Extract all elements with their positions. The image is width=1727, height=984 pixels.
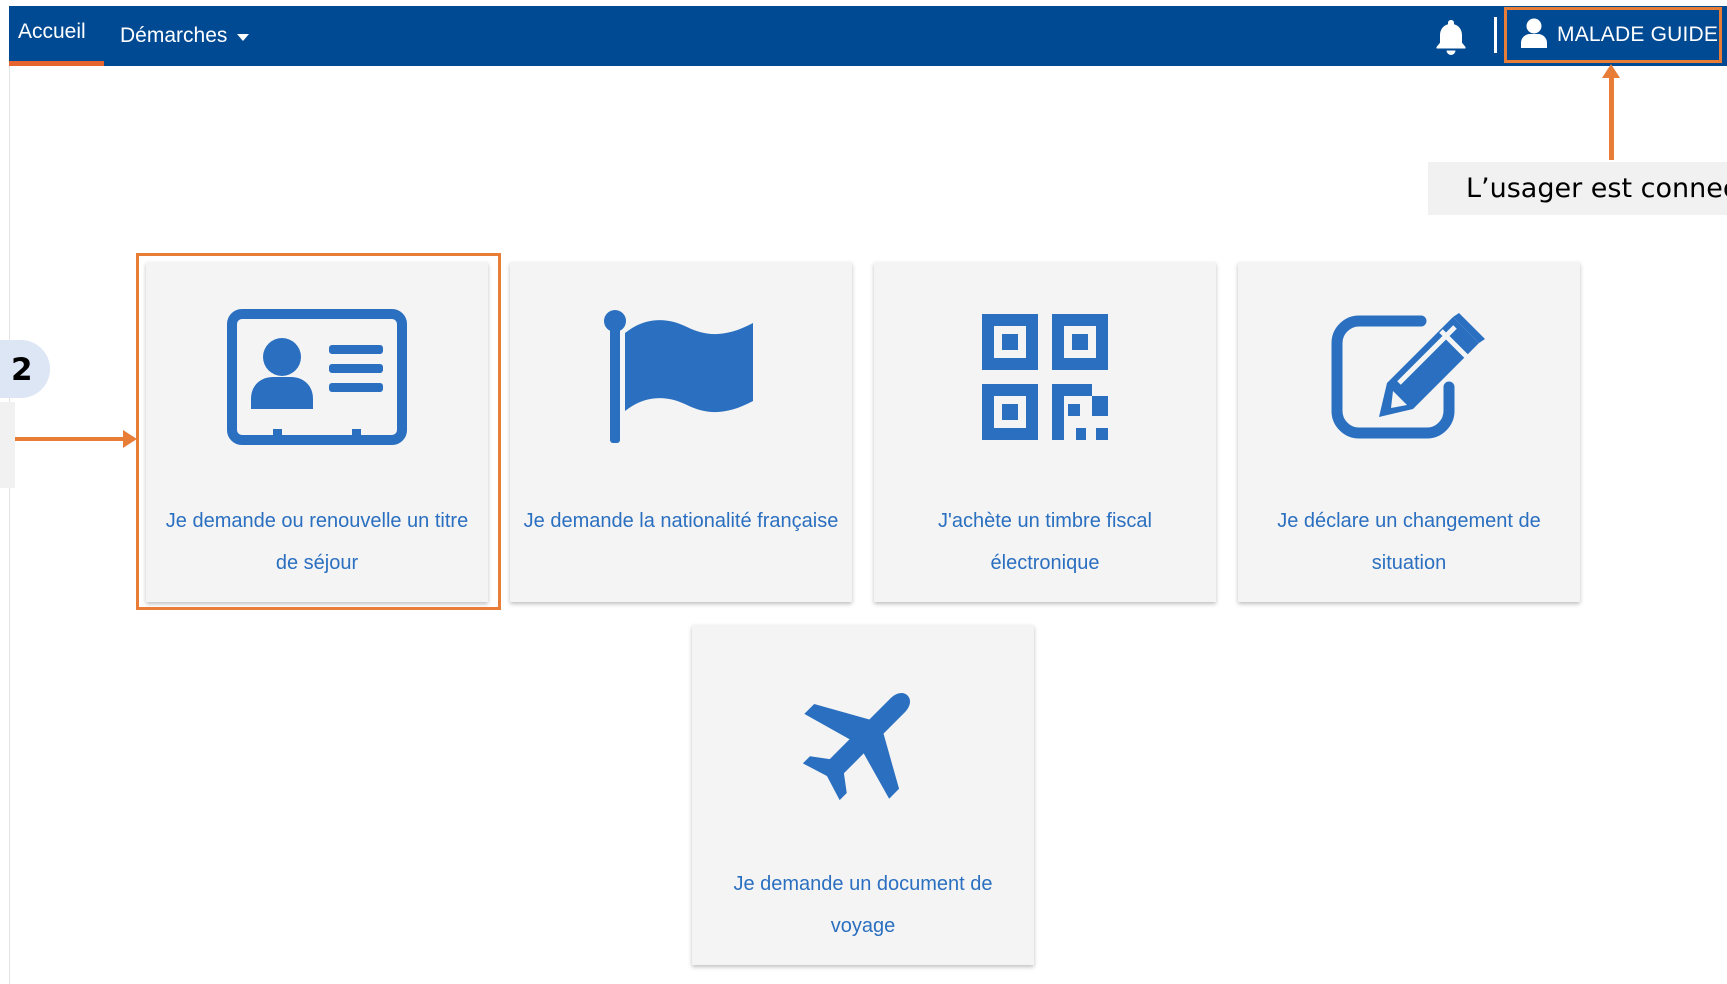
card-label: Je demande la nationalité française [523,510,839,532]
nav-item-accueil-label: Accueil [18,20,86,43]
id-card-icon [146,304,488,449]
step-number: 2 [11,352,33,388]
card-label: J'achète un timbre fiscal électronique [938,510,1152,574]
user-icon [1521,18,1547,53]
page: Accueil Démarches MALADE GUIDE L’usager … [0,0,1727,984]
caret-down-icon [237,33,250,41]
step-panel [0,402,15,488]
nav-separator [1494,17,1497,53]
bell-icon[interactable] [1431,16,1471,56]
active-tab-underline [9,61,104,66]
annotation-callout-text: L’usager est connec [1466,173,1727,204]
qr-code-icon [874,304,1216,449]
nav-item-demarches-dropdown[interactable]: Démarches [120,6,250,66]
card-timbre-fiscal[interactable]: J'achète un timbre fiscal électronique [874,262,1216,602]
edit-icon [1238,304,1580,449]
card-nationalite[interactable]: Je demande la nationalité française [510,262,852,602]
card-titre-de-sejour[interactable]: Je demande ou renouvelle un titre de séj… [146,262,488,602]
airplane-icon [692,667,1034,812]
top-navbar: Accueil Démarches MALADE GUIDE [9,6,1727,66]
user-name: MALADE GUIDE [1557,23,1719,46]
card-label: Je demande ou renouvelle un titre de séj… [165,510,469,574]
user-account-button[interactable]: MALADE GUIDE [1504,7,1722,63]
flag-icon [510,304,852,449]
card-changement-situation[interactable]: Je déclare un changement de situation [1238,262,1580,602]
annotation-arrow-right-line [15,437,125,441]
annotation-arrow-up-line [1609,74,1614,160]
nav-item-accueil[interactable]: Accueil [9,6,104,66]
card-label: Je déclare un changement de situation [1277,510,1541,574]
card-document-voyage[interactable]: Je demande un document de voyage [692,625,1034,965]
card-label: Je demande un document de voyage [733,873,993,937]
left-border [9,66,10,984]
nav-item-demarches-label: Démarches [120,24,228,47]
annotation-arrow-right-head [123,430,137,448]
annotation-callout: L’usager est connec [1428,162,1727,215]
